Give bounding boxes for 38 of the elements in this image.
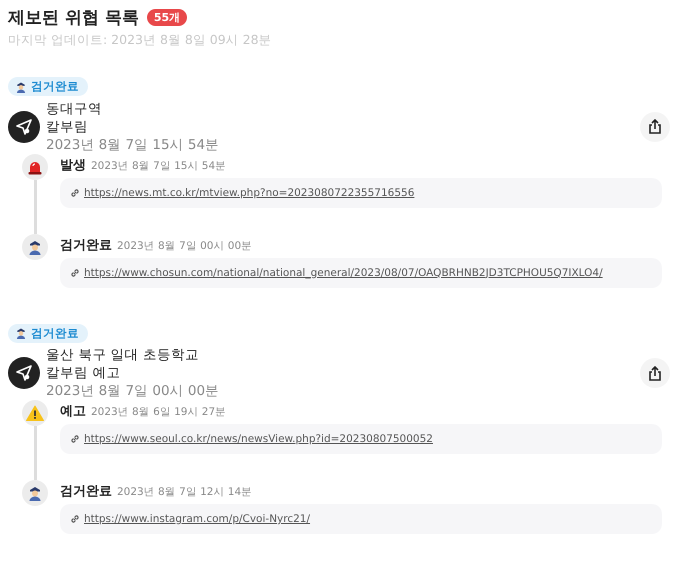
- share-button[interactable]: [640, 112, 670, 142]
- link-icon: [70, 268, 80, 278]
- source-link[interactable]: https://www.chosun.com/national/national_general/2023/08/07/OAQBRHNB2JD3TCPHOU5Q7IXLO4/: [84, 266, 603, 278]
- report-location: 동대구역: [46, 100, 103, 118]
- event-label: 검거완료: [60, 236, 112, 254]
- event-label: 예고: [60, 403, 86, 420]
- report-category: 칼부림 예고: [46, 364, 122, 382]
- paper-plane-icon: [15, 364, 33, 382]
- link-icon: [70, 434, 80, 444]
- status-tag: 검거완료: [8, 324, 88, 342]
- source-link[interactable]: https://www.instagram.com/p/Cvoi-Nyrc21/: [84, 513, 310, 525]
- police-officer-icon: [15, 327, 27, 339]
- source-link[interactable]: https://news.mt.co.kr/mtview.php?no=2023080722355716556: [84, 186, 414, 198]
- report-location: 울산 북구 일대 초등학교: [46, 346, 200, 364]
- count-badge: 55개: [146, 8, 188, 26]
- police-officer-icon: [15, 80, 27, 92]
- report-date: 2023년 8월 7일 00시 00분: [46, 382, 220, 400]
- paper-plane-icon: [15, 118, 33, 136]
- share-button[interactable]: [640, 358, 670, 388]
- police-officer-icon: [27, 485, 43, 501]
- event-date: 2023년 8월 7일 15시 54분: [91, 158, 226, 172]
- link-icon: [70, 514, 80, 524]
- page-title: 제보된 위협 목록: [8, 6, 139, 28]
- event-date: 2023년 8월 7일 12시 14분: [117, 485, 252, 499]
- warning-icon: [26, 405, 44, 421]
- report-category: 칼부림: [46, 118, 89, 136]
- event-label: 발생: [60, 156, 86, 174]
- event-date: 2023년 8월 6일 19시 27분: [91, 405, 226, 419]
- last-updated-text: 마지막 업데이트: 2023년 8월 8일 09시 28분: [8, 32, 273, 49]
- share-icon: [648, 119, 662, 134]
- event-label: 검거완료: [60, 483, 112, 500]
- report-date: 2023년 8월 7일 15시 54분: [46, 136, 220, 154]
- status-tag: 검거완료: [8, 77, 88, 96]
- share-icon: [648, 366, 662, 380]
- link-icon: [70, 188, 80, 198]
- source-link[interactable]: https://www.seoul.co.kr/news/newsView.php?id=20230807500052: [84, 433, 433, 445]
- police-officer-icon: [27, 238, 43, 254]
- event-date: 2023년 8월 7일 00시 00분: [117, 238, 252, 252]
